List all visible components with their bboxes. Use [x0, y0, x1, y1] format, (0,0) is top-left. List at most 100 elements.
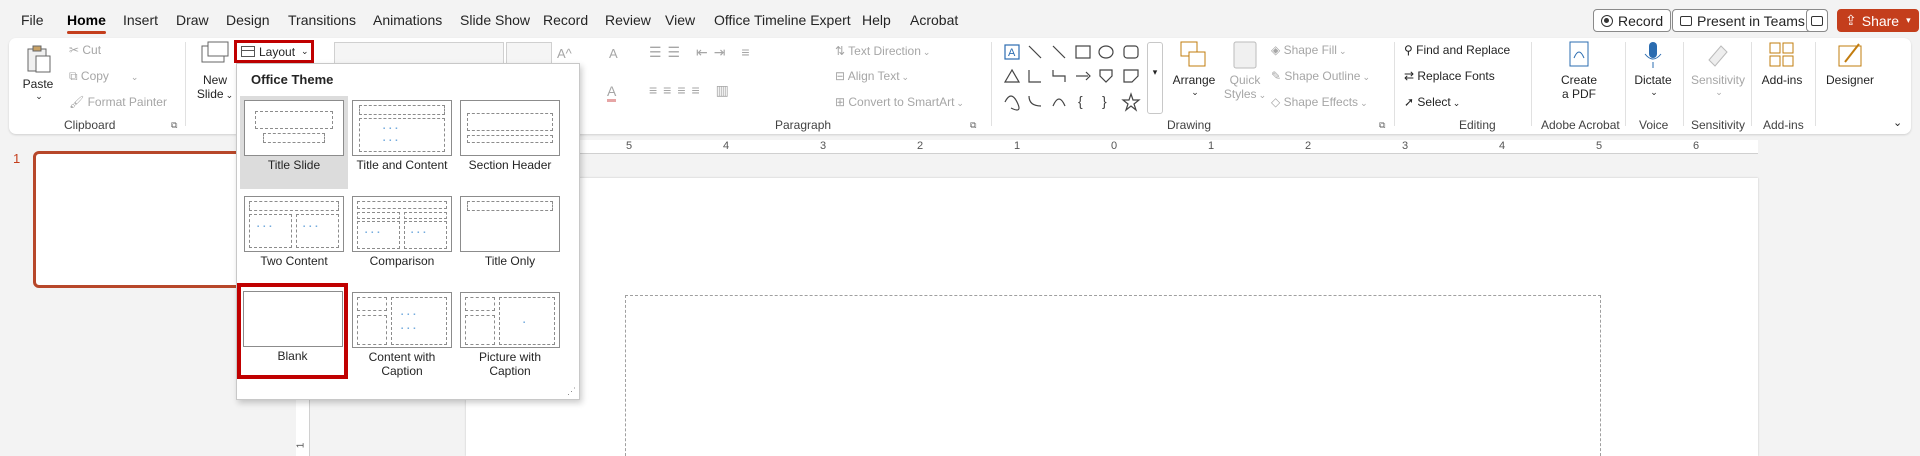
tab-design[interactable]: Design	[226, 12, 270, 28]
ruler-tick: 4	[723, 140, 730, 152]
resize-grip-icon[interactable]: ⋰	[567, 386, 576, 397]
sensitivity-icon	[1708, 45, 1728, 67]
voice-group-label: Voice	[1639, 118, 1669, 132]
layout-section-header[interactable]: Section Header	[456, 96, 564, 189]
record-button-label: Record	[1618, 12, 1664, 29]
create-pdf-button[interactable]: Create a PDF	[1549, 40, 1609, 112]
convert-smartart-label: Convert to SmartArt	[848, 95, 955, 109]
share-button[interactable]: ⇪ Share ▾	[1837, 9, 1919, 32]
convert-smartart-button[interactable]: ⊞ Convert to SmartArt ⌄	[835, 95, 964, 109]
ruler-tick: 5	[626, 140, 633, 152]
chevron-down-icon: ⌄	[1362, 72, 1370, 82]
group-divider	[1815, 42, 1816, 126]
tab-help[interactable]: Help	[862, 12, 891, 28]
ruler-tick: 1	[1208, 140, 1215, 152]
select-button[interactable]: ➚ Select ⌄	[1404, 95, 1460, 109]
tab-record[interactable]: Record	[543, 12, 588, 28]
text-direction-icon: ⇅	[835, 44, 849, 58]
group-divider	[1625, 42, 1626, 126]
dialog-launcher-icon[interactable]: ⧉	[1379, 120, 1385, 131]
tab-office-timeline-expert[interactable]: Office Timeline Expert	[714, 12, 851, 28]
collapse-ribbon-icon[interactable]: ⌄	[1893, 116, 1902, 129]
new-slide-icon	[201, 41, 229, 63]
find-replace-button[interactable]: ⚲ Find and Replace	[1404, 43, 1510, 57]
layout-comparison[interactable]: ▪▪▪ ▪▪▪ Comparison	[348, 192, 456, 285]
tab-animations[interactable]: Animations	[373, 12, 442, 28]
layout-content-with-caption[interactable]: ▪▪▪ ▪▪▪ Content with Caption	[348, 288, 456, 388]
group-divider	[1683, 42, 1684, 126]
copy-button[interactable]: ⧉ Copy ⌄	[69, 69, 138, 84]
tab-view[interactable]: View	[665, 12, 695, 28]
record-icon	[1601, 14, 1613, 27]
record-button[interactable]: Record	[1593, 9, 1672, 32]
font-size-box[interactable]	[506, 42, 552, 64]
present-in-teams-button[interactable]: Present in Teams	[1672, 9, 1813, 32]
create-pdf-label-2: a PDF	[1561, 87, 1596, 101]
ruler-tick: 5	[1596, 140, 1603, 152]
cut-button[interactable]: ✂ Cut	[69, 43, 101, 57]
font-color-icon[interactable]: A	[607, 83, 617, 102]
layout-title-slide[interactable]: Title Slide	[240, 96, 348, 189]
shapes-icons: A {}	[1003, 44, 1141, 112]
new-slide-button[interactable]: New Slide ⌄	[195, 40, 235, 108]
alignment-buttons[interactable]: ≡≡≡≡ ▥	[649, 82, 735, 99]
group-divider	[1394, 42, 1395, 126]
paste-icon	[27, 45, 51, 73]
tab-slide-show[interactable]: Slide Show	[460, 12, 530, 28]
layout-button[interactable]: Layout ⌄	[234, 40, 314, 63]
replace-fonts-button[interactable]: ⇄ Replace Fonts	[1404, 69, 1495, 83]
arrange-button[interactable]: Arrange ⌄	[1171, 40, 1217, 112]
shape-outline-button[interactable]: ✎ Shape Outline ⌄	[1271, 69, 1370, 83]
tab-review[interactable]: Review	[605, 12, 651, 28]
paste-button[interactable]: Paste ⌄	[17, 42, 59, 102]
font-name-box[interactable]	[334, 42, 504, 64]
tab-file[interactable]: File	[21, 12, 44, 28]
shapes-gallery[interactable]: A {}	[1002, 42, 1158, 114]
layout-title-only[interactable]: Title Only	[456, 192, 564, 285]
layout-name: Title and Content	[356, 158, 448, 172]
ruler-tick: 0	[1111, 140, 1118, 152]
ruler-tick: 4	[1499, 140, 1506, 152]
designer-button[interactable]: Designer	[1819, 40, 1881, 112]
text-direction-button[interactable]: ⇅ Text Direction ⌄	[835, 44, 930, 58]
tab-home[interactable]: Home	[67, 12, 106, 34]
dialog-launcher-icon[interactable]: ⧉	[970, 120, 976, 131]
title-placeholder[interactable]	[625, 295, 1601, 456]
clear-format-icon[interactable]: A	[609, 46, 618, 61]
shape-fill-button[interactable]: ◈ Shape Fill ⌄	[1271, 43, 1346, 57]
quick-styles-button[interactable]: Quick Styles ⌄	[1223, 40, 1267, 112]
layout-gallery-dropdown: Office Theme Title Slide ▪▪▪ ▪▪▪ Title a…	[236, 63, 580, 400]
layout-thumbnail: ▪▪▪ ▪▪▪	[352, 100, 452, 156]
tab-insert[interactable]: Insert	[123, 12, 158, 28]
comments-button[interactable]	[1806, 9, 1828, 32]
shapes-gallery-scroll[interactable]: ▾	[1147, 42, 1163, 114]
increase-font-icon[interactable]: A^	[557, 46, 572, 61]
add-ins-button[interactable]: Add-ins	[1754, 40, 1810, 112]
shape-effects-button[interactable]: ◇ Shape Effects ⌄	[1271, 95, 1368, 109]
layout-name: Title Slide	[267, 158, 321, 172]
dictate-button[interactable]: Dictate ⌄	[1629, 40, 1677, 112]
layout-thumbnail: ▪▪▪ ▪▪▪	[352, 292, 452, 348]
layout-icon	[241, 46, 255, 57]
quick-styles-label-1: Quick	[1229, 73, 1261, 87]
copy-icon: ⧉	[69, 69, 81, 83]
tab-draw[interactable]: Draw	[176, 12, 209, 28]
horizontal-ruler: 5 4 3 2 1 0 1 2 3 4 5 6	[466, 140, 1758, 154]
list-buttons[interactable]: ☰☰ ⇤⇥ ≡	[649, 44, 756, 61]
sensitivity-button[interactable]: Sensitivity ⌄	[1687, 40, 1749, 112]
layout-two-content[interactable]: ▪▪▪ ▪▪▪ Two Content	[240, 192, 348, 285]
add-ins-btn-label: Add-ins	[1761, 73, 1803, 87]
dialog-launcher-icon[interactable]: ⧉	[171, 120, 177, 131]
chevron-down-icon: ⌄	[1452, 98, 1461, 108]
format-painter-button[interactable]: 🖌 Format Painter	[69, 95, 167, 109]
layout-thumbnail	[242, 291, 343, 347]
tab-transitions[interactable]: Transitions	[288, 12, 356, 28]
align-text-button[interactable]: ⊟ Align Text ⌄	[835, 69, 909, 83]
format-painter-label: Format Painter	[87, 95, 167, 109]
layout-thumbnail	[460, 196, 560, 252]
tab-acrobat[interactable]: Acrobat	[910, 12, 958, 28]
chevron-down-icon: ⌄	[301, 46, 309, 56]
layout-picture-with-caption[interactable]: ▪ Picture with Caption	[456, 288, 564, 388]
layout-blank[interactable]: Blank	[237, 283, 348, 379]
layout-title-and-content[interactable]: ▪▪▪ ▪▪▪ Title and Content	[348, 96, 456, 189]
